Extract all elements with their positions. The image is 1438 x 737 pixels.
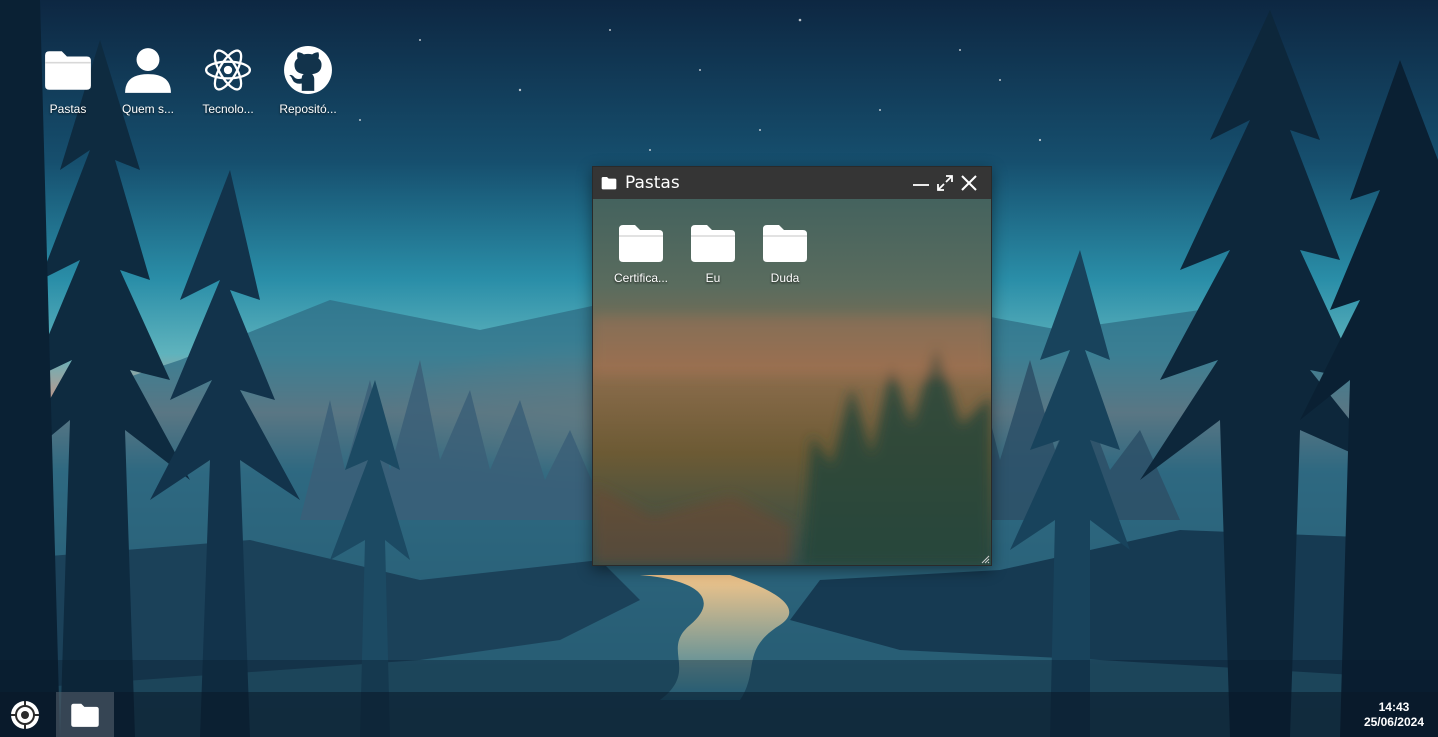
- taskbar-clock[interactable]: 14:43 25/06/2024: [1364, 700, 1424, 730]
- close-button[interactable]: [957, 173, 981, 193]
- folder-icon: [617, 223, 665, 263]
- folder-icon: [42, 44, 94, 96]
- close-icon: [961, 175, 977, 191]
- user-icon: [122, 44, 174, 96]
- desktop-icon-label: Pastas: [49, 102, 87, 116]
- folder-item-eu[interactable]: Eu: [677, 223, 749, 285]
- folder-label: Certifica...: [613, 271, 668, 285]
- start-menu-icon: [11, 701, 39, 729]
- start-button[interactable]: [10, 700, 40, 730]
- clock-date: 25/06/2024: [1363, 715, 1424, 729]
- folder-icon: [601, 176, 617, 190]
- maximize-button[interactable]: [933, 173, 957, 193]
- taskbar: 14:43 25/06/2024: [0, 692, 1438, 737]
- folder-item-duda[interactable]: Duda: [749, 223, 821, 285]
- clock-time: 14:43: [1378, 700, 1410, 714]
- desktop-icon-label: Repositó...: [279, 102, 337, 116]
- pastas-window: Pastas Certifica... Eu Duda: [592, 166, 992, 566]
- folder-icon: [761, 223, 809, 263]
- resize-handle[interactable]: [981, 555, 990, 564]
- folder-label: Duda: [770, 271, 800, 285]
- desktop-icon-pastas[interactable]: Pastas: [28, 44, 108, 116]
- window-controls: [909, 173, 981, 193]
- folder-icon: [689, 223, 737, 263]
- minimize-button[interactable]: [909, 173, 933, 193]
- folder-item-certificados[interactable]: Certifica...: [605, 223, 677, 285]
- window-content: Certifica... Eu Duda: [593, 199, 991, 285]
- desktop-icon-label: Quem s...: [121, 102, 174, 116]
- desktop-icon-grid: Pastas Quem s... Tecnolo... Repositó...: [28, 44, 348, 116]
- github-icon: [282, 44, 334, 96]
- window-title: Pastas: [625, 173, 680, 193]
- folder-icon: [71, 703, 99, 727]
- folder-label: Eu: [705, 271, 721, 285]
- maximize-icon: [937, 175, 953, 191]
- minimize-icon: [913, 184, 929, 186]
- window-titlebar[interactable]: Pastas: [593, 167, 991, 199]
- taskbar-app-pastas[interactable]: [56, 692, 114, 737]
- desktop-icon-tecnologias[interactable]: Tecnolo...: [188, 44, 268, 116]
- react-icon: [202, 44, 254, 96]
- desktop-icon-label: Tecnolo...: [202, 102, 254, 116]
- desktop-icon-repositorios[interactable]: Repositó...: [268, 44, 348, 116]
- desktop-icon-quem-sou[interactable]: Quem s...: [108, 44, 188, 116]
